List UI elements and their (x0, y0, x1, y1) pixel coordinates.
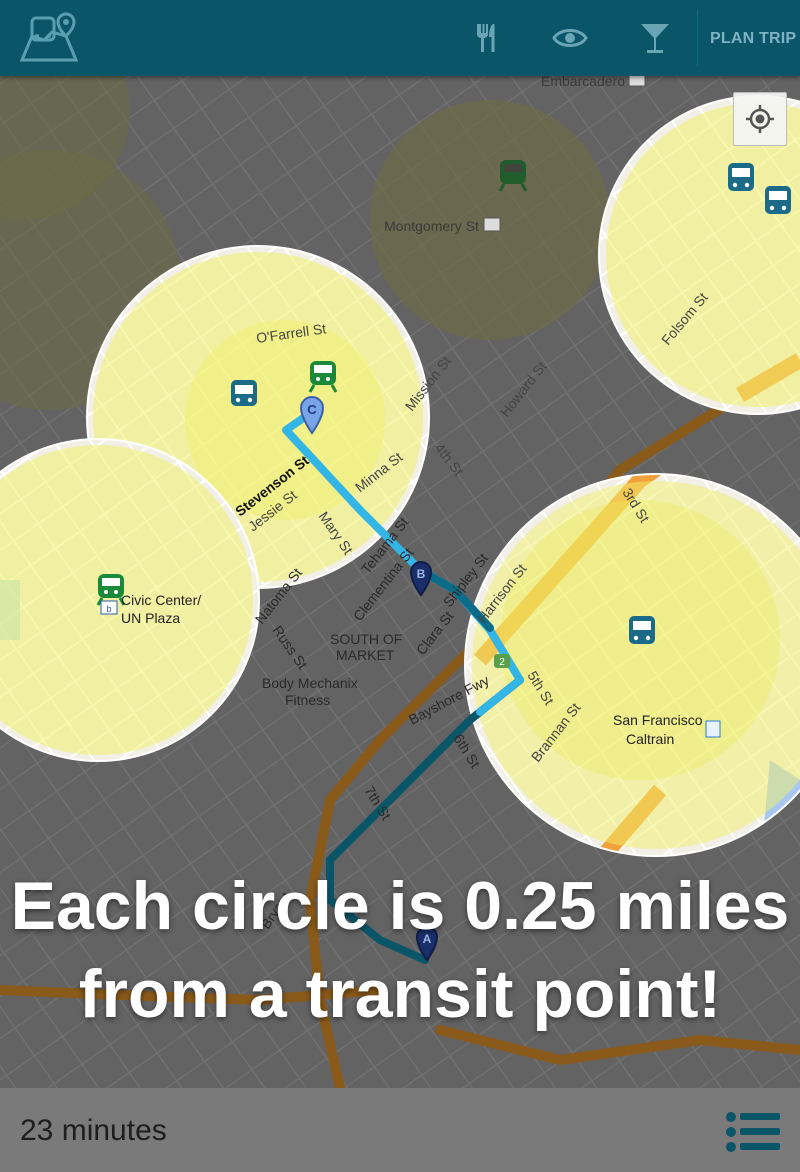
bart-badge-icon (483, 217, 501, 232)
label-body-mechanix-2: Fitness (285, 692, 330, 708)
plan-trip-button[interactable]: PLAN TRIP (710, 30, 796, 48)
caltrain-badge-icon (705, 720, 721, 738)
bart-badge-icon: b (100, 600, 118, 615)
label-soma-2: MARKET (336, 647, 395, 663)
caption-line-1: Each circle is 0.25 miles (10, 868, 790, 944)
my-location-button[interactable] (733, 92, 787, 146)
label-body-mechanix-1: Body Mechanix (262, 675, 358, 691)
svg-text:b: b (106, 604, 111, 614)
bus-icon[interactable] (629, 616, 655, 644)
trip-duration: 23 minutes (20, 1114, 167, 1147)
bus-icon[interactable] (728, 163, 754, 191)
trip-summary-bar[interactable]: 23 minutes (0, 1088, 800, 1172)
label-montgomery: Montgomery St (384, 218, 479, 234)
caption-line-2: from a transit point! (78, 956, 722, 1032)
toolbar-divider (697, 10, 698, 66)
marker-b-label: B (417, 567, 426, 581)
label-civic-center-1: Civic Center/ (121, 592, 201, 608)
bus-icon[interactable] (231, 380, 257, 406)
bart-badge-icon (628, 76, 646, 87)
bus-icon[interactable] (765, 186, 791, 214)
promo-caption: Each circle is 0.25 miles from a transit… (0, 862, 800, 1038)
highway-shield-icon: 2 (494, 654, 510, 668)
label-embarcadero: Embarcadero (541, 76, 625, 89)
label-sf-caltrain-2: Caltrain (626, 731, 674, 747)
fork-knife-icon[interactable] (465, 18, 505, 58)
marker-c-label: C (307, 402, 317, 417)
label-sf-caltrain-1: San Francisco (613, 712, 703, 728)
list-icon[interactable] (724, 1110, 782, 1154)
svg-text:2: 2 (499, 657, 505, 668)
label-soma-1: SOUTH OF (330, 631, 402, 647)
eye-icon[interactable] (550, 18, 590, 58)
cocktail-icon[interactable] (635, 18, 675, 58)
crosshair-location-icon (746, 105, 774, 133)
transit-map-logo-icon[interactable] (18, 10, 80, 66)
app-toolbar: PLAN TRIP (0, 0, 800, 76)
label-civic-center-2: UN Plaza (121, 610, 180, 626)
